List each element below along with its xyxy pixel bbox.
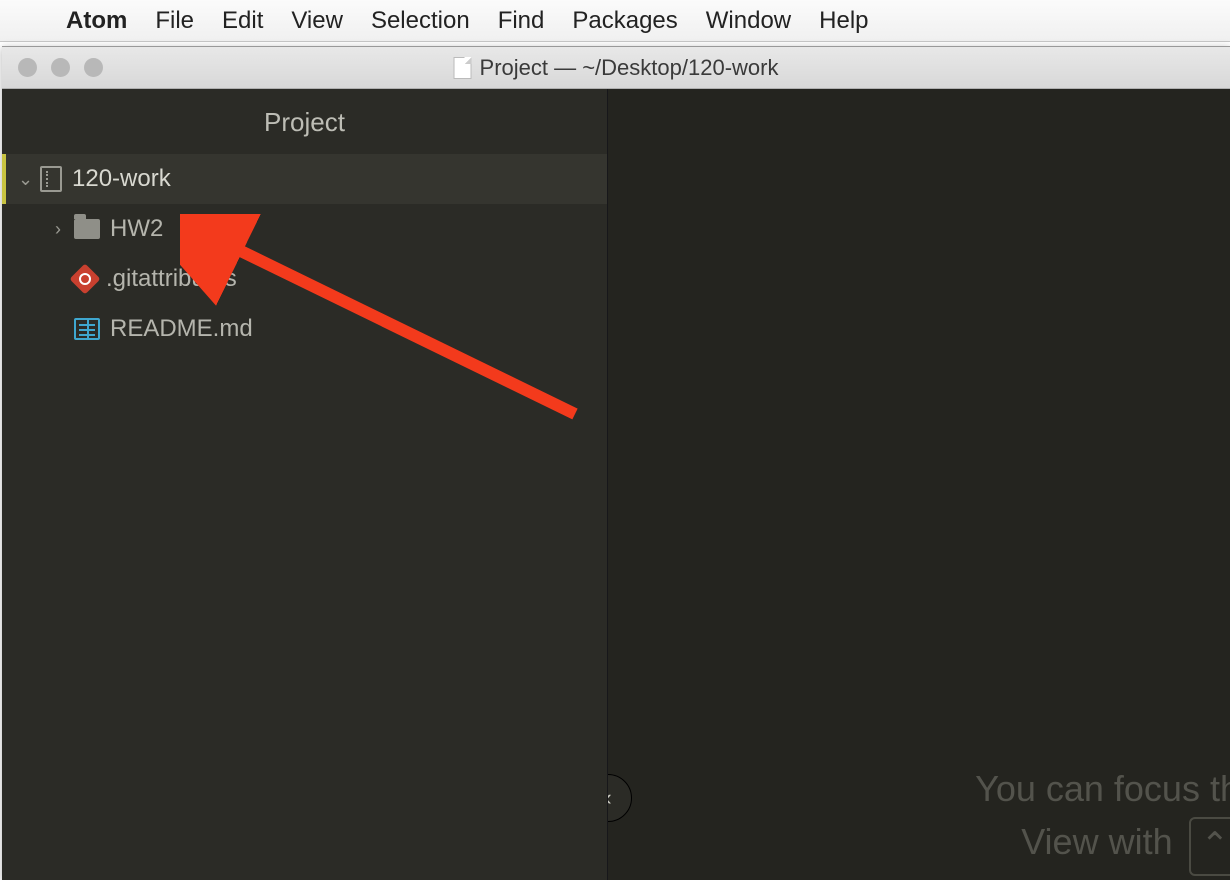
chevron-down-icon[interactable]: ⌄ [18, 169, 30, 190]
book-icon [74, 318, 100, 340]
menu-view[interactable]: View [291, 7, 343, 35]
tree-item-label: README.md [110, 315, 253, 343]
window-zoom-button[interactable] [84, 58, 103, 77]
hint-line1: You can focus the [975, 768, 1230, 809]
window-minimize-button[interactable] [51, 58, 70, 77]
tree-item-label: HW2 [110, 215, 163, 243]
dock-toggle-handle[interactable]: ‹ [608, 774, 632, 822]
tree-file-item[interactable]: README.md [2, 304, 607, 354]
focus-hint: You can focus the View with ⌃0 [975, 763, 1230, 874]
keyboard-shortcut-badge: ⌃0 [1189, 817, 1230, 876]
menu-packages[interactable]: Packages [572, 7, 677, 35]
window-title: Project — ~/Desktop/120-work [454, 55, 779, 81]
atom-window: Project — ~/Desktop/120-work Project ⌄ 1… [2, 46, 1230, 880]
editor-pane[interactable]: ‹ You can focus the View with ⌃0 [608, 89, 1230, 880]
menu-edit[interactable]: Edit [222, 7, 263, 35]
tree-item-label: 120-work [72, 165, 171, 193]
tree-root-item[interactable]: ⌄ 120-work [2, 154, 607, 204]
tree-item-label: .gitattributes [106, 265, 237, 293]
menu-file[interactable]: File [155, 7, 194, 35]
chevron-left-icon: ‹ [608, 785, 612, 811]
window-titlebar[interactable]: Project — ~/Desktop/120-work [2, 47, 1230, 89]
macos-menubar: Atom File Edit View Selection Find Packa… [0, 0, 1230, 42]
repo-icon [40, 166, 62, 192]
document-icon [454, 57, 472, 79]
chevron-right-icon[interactable]: › [52, 219, 64, 240]
window-close-button[interactable] [18, 58, 37, 77]
menu-find[interactable]: Find [498, 7, 545, 35]
menu-selection[interactable]: Selection [371, 7, 470, 35]
menubar-app-name[interactable]: Atom [66, 7, 127, 35]
project-tree-header: Project [2, 89, 607, 154]
traffic-lights [2, 58, 103, 77]
menu-window[interactable]: Window [706, 7, 791, 35]
tree-folder-item[interactable]: › HW2 [2, 204, 607, 254]
project-tree-panel: Project ⌄ 120-work › HW2 .gitattributes [2, 89, 608, 880]
window-title-text: Project — ~/Desktop/120-work [480, 55, 779, 81]
hint-line2: View with [1021, 821, 1182, 862]
project-tree: ⌄ 120-work › HW2 .gitattributes [2, 154, 607, 354]
tree-file-item[interactable]: .gitattributes [2, 254, 607, 304]
git-icon [69, 263, 100, 294]
folder-icon [74, 219, 100, 239]
menu-help[interactable]: Help [819, 7, 868, 35]
